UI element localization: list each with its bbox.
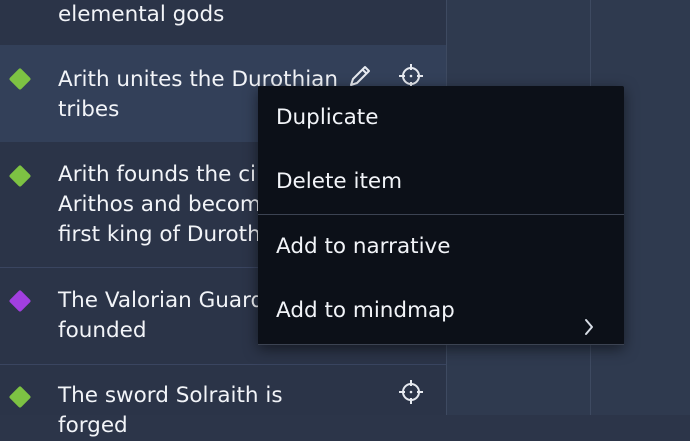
crosshair-icon[interactable] [397, 378, 425, 406]
menu-item-add-to-narrative[interactable]: Add to narrative [258, 215, 624, 279]
menu-item-label: Add to mindmap [276, 298, 455, 323]
menu-item-add-to-mindmap[interactable]: Add to mindmap [258, 279, 624, 343]
list-item[interactable]: elemental gods [0, 0, 446, 46]
event-marker-icon [8, 385, 32, 409]
list-item-label: elemental gods [58, 2, 225, 27]
menu-bottom-border [258, 344, 624, 345]
event-marker-icon [8, 67, 32, 91]
menu-item-delete[interactable]: Delete item [258, 150, 624, 214]
list-item-label: The sword Solraith is forged [58, 383, 283, 438]
chevron-right-icon [582, 300, 596, 335]
list-item[interactable]: The sword Solraith is forged [0, 364, 446, 438]
menu-item-duplicate[interactable]: Duplicate [258, 86, 624, 150]
event-marker-icon [8, 164, 32, 188]
context-menu: Duplicate Delete item Add to narrative A… [258, 86, 624, 345]
event-marker-icon [8, 289, 32, 313]
